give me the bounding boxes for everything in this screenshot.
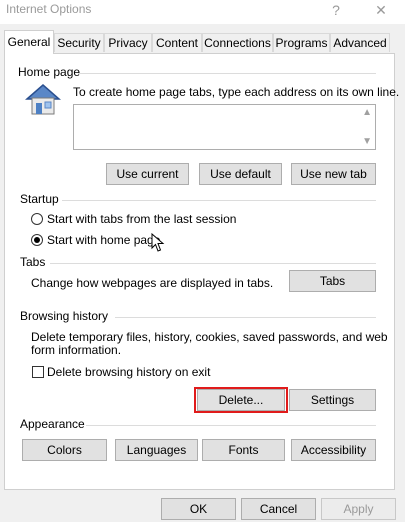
browsing-history-divider [115,317,376,318]
house-icon [25,84,61,115]
accessibility-button[interactable]: Accessibility [291,439,376,461]
tabs-button[interactable]: Tabs [289,270,376,292]
tabs-heading: Tabs [20,255,46,269]
home-page-heading: Home page [18,65,81,79]
mouse-cursor-icon [151,233,165,252]
settings-button[interactable]: Settings [289,389,376,411]
radio-selected-dot [34,237,40,243]
apply-button[interactable]: Apply [321,498,396,520]
colors-button[interactable]: Colors [22,439,107,461]
browsing-history-description-2: form information. [31,343,122,357]
tab-programs[interactable]: Programs [273,33,330,52]
scroll-down-icon[interactable]: ▼ [362,136,372,147]
home-page-description: To create home page tabs, type each addr… [73,85,400,99]
radio-home-page-label[interactable]: Start with home page [47,233,160,247]
tabs-divider [50,263,376,264]
scroll-up-icon[interactable]: ▲ [362,107,372,118]
close-icon[interactable]: ✕ [367,0,395,20]
startup-heading: Startup [20,192,59,206]
radio-home-page[interactable] [31,234,43,246]
languages-button[interactable]: Languages [115,439,198,461]
delete-on-exit-label[interactable]: Delete browsing history on exit [47,365,210,379]
tabs-description: Change how webpages are displayed in tab… [31,276,274,290]
delete-button-highlight [194,387,288,413]
startup-divider [62,200,376,201]
tab-general[interactable]: General [4,30,54,54]
use-current-button[interactable]: Use current [106,163,189,185]
radio-last-session-label[interactable]: Start with tabs from the last session [47,212,236,226]
radio-last-session[interactable] [31,213,43,225]
browsing-history-description-1: Delete temporary files, history, cookies… [31,330,388,344]
use-new-tab-button[interactable]: Use new tab [291,163,376,185]
window-title: Internet Options [6,2,92,16]
tab-privacy[interactable]: Privacy [104,33,152,52]
fonts-button[interactable]: Fonts [202,439,285,461]
ok-button[interactable]: OK [161,498,236,520]
tab-security[interactable]: Security [54,33,104,52]
home-page-divider [78,73,376,74]
delete-on-exit-checkbox[interactable] [32,366,44,378]
browsing-history-heading: Browsing history [20,309,109,323]
tab-connections[interactable]: Connections [202,33,273,52]
use-default-button[interactable]: Use default [199,163,282,185]
tab-content[interactable]: Content [152,33,202,52]
appearance-divider [86,425,376,426]
tab-advanced[interactable]: Advanced [330,33,390,52]
cancel-button[interactable]: Cancel [241,498,316,520]
appearance-heading: Appearance [20,417,85,431]
home-page-address-input[interactable]: ▲ ▼ [73,104,376,150]
title-bar: Internet Options ? ✕ [0,0,405,24]
help-icon[interactable]: ? [322,0,350,20]
